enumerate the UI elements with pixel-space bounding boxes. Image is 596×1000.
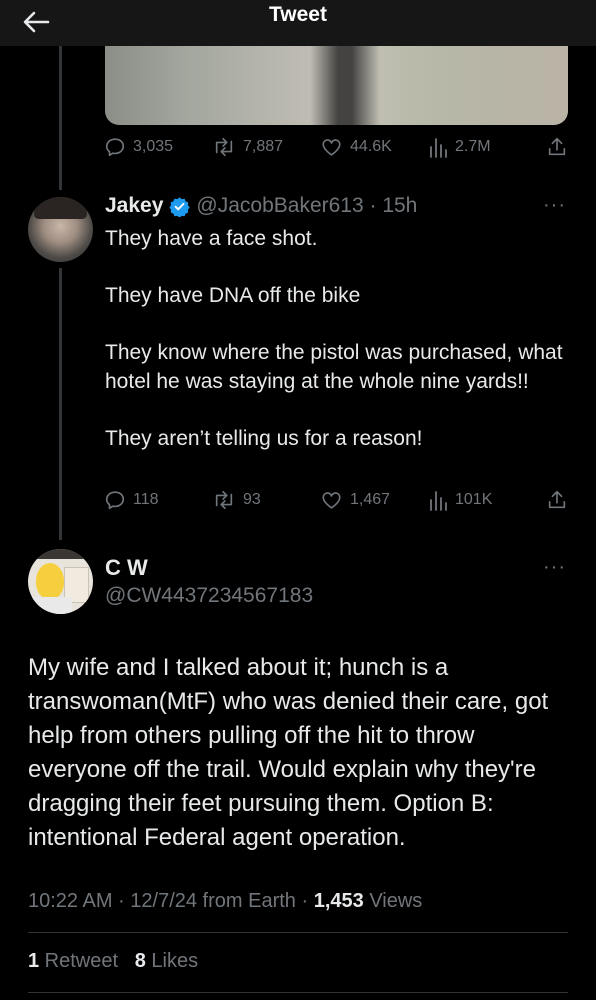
tweet-line: They have DNA off the bike (105, 284, 361, 307)
views-button[interactable]: 101K (428, 489, 492, 511)
like-count: 1,467 (350, 491, 391, 508)
reply-icon (105, 491, 125, 510)
heart-icon (322, 492, 341, 509)
reply-count: 118 (133, 491, 159, 508)
share-icon (548, 137, 566, 156)
handle-time: @JacobBaker613 · 15h (196, 194, 418, 217)
tweet-line: They aren’t telling us for a reason! (105, 426, 423, 450)
display-name[interactable]: Jakey (105, 194, 163, 218)
divider (28, 992, 568, 993)
retweet-icon (215, 137, 233, 157)
like-button[interactable]: 1,467 (320, 489, 390, 511)
retweet-icon (215, 490, 233, 510)
tweet-line: They have a face shot. (105, 227, 318, 250)
thread-line (59, 268, 62, 540)
views-count: 1,453 (313, 890, 364, 912)
retweet-count: 93 (243, 491, 261, 508)
like-button[interactable]: 44.6K (320, 136, 392, 158)
more-icon[interactable]: ··· (543, 556, 566, 579)
top-bar: Tweet (0, 0, 596, 46)
reply-action-bar: 118 93 1,467 101K (104, 489, 570, 515)
handle[interactable]: @CW4437234567183 (105, 584, 313, 608)
avatar[interactable] (28, 197, 93, 262)
tweet-text: My wife and I talked about it; hunch is … (28, 654, 549, 851)
likes-link[interactable]: 8 Likes (135, 950, 198, 972)
views-label: Views (363, 890, 423, 912)
views-icon (430, 138, 447, 158)
tweet-line: They know where the pistol was purchased… (105, 341, 563, 393)
page-title: Tweet (269, 3, 327, 26)
reply-button[interactable]: 3,035 (104, 136, 173, 158)
tweet-header: Jakey @JacobBaker613 · 15h (105, 193, 417, 219)
avatar[interactable] (28, 549, 93, 614)
views-count: 101K (455, 491, 493, 508)
tweet-meta: 10:22 AM · 12/7/24 from Earth · 1,453 Vi… (28, 890, 422, 913)
retweet-button[interactable]: 93 (212, 489, 261, 511)
heart-icon (322, 139, 341, 156)
like-count: 44.6K (350, 138, 392, 155)
tweet-text: They have a face shot. They have DNA off… (105, 225, 565, 453)
views-count: 2.7M (455, 138, 491, 155)
reply-icon (105, 138, 125, 157)
timestamp[interactable]: 10:22 AM · 12/7/24 from Earth · (28, 890, 314, 912)
retweets-link[interactable]: 1 Retweet (28, 950, 118, 972)
retweet-button[interactable]: 7,887 (212, 136, 283, 158)
share-button[interactable] (546, 489, 568, 511)
parent-action-bar: 3,035 7,887 44.6K 2.7M (104, 136, 570, 162)
thread-line (59, 46, 62, 190)
views-button[interactable]: 2.7M (428, 136, 491, 158)
views-icon (430, 491, 447, 511)
more-icon[interactable]: ··· (543, 194, 566, 217)
engagement-stats: 1 Retweet 8 Likes (28, 950, 198, 973)
reply-button[interactable]: 118 (104, 489, 159, 511)
verified-badge-icon (169, 196, 191, 217)
share-icon (548, 490, 566, 509)
share-button[interactable] (546, 136, 568, 158)
reply-count: 3,035 (133, 138, 174, 155)
retweet-count: 7,887 (243, 138, 284, 155)
display-name[interactable]: C W (105, 555, 148, 581)
divider (28, 932, 568, 933)
